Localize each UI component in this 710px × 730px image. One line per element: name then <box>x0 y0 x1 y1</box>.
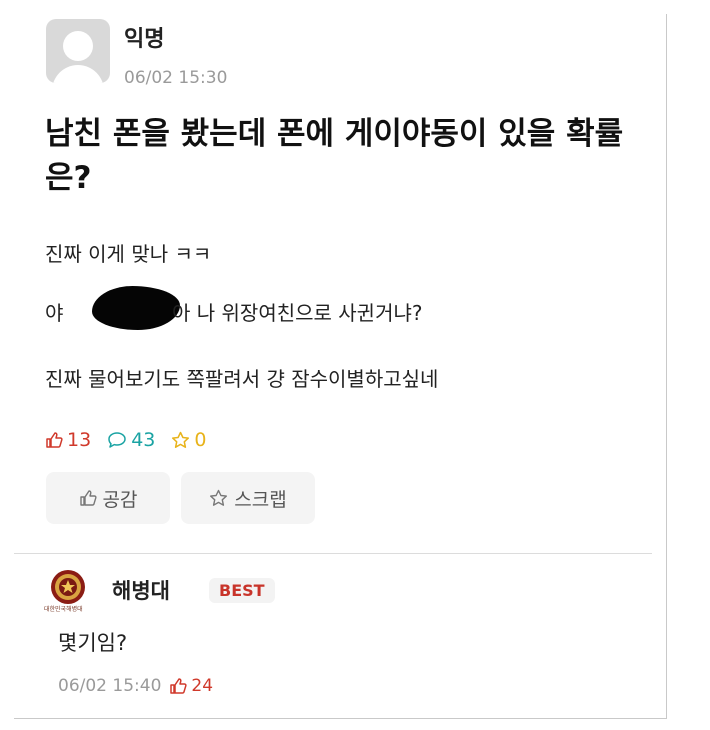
post-stats: 13 43 0 <box>45 429 206 451</box>
post-title: 남친 폰을 봤는데 폰에 게이야동이 있을 확률은? <box>45 116 624 196</box>
post-author: 익명 <box>124 27 165 52</box>
vote-button[interactable]: 공감 <box>46 472 170 524</box>
comment-divider <box>14 553 652 554</box>
speech-bubble-icon <box>108 432 126 448</box>
emblem-caption: 대한민국해병대 <box>44 606 83 613</box>
star-icon <box>172 431 190 448</box>
like-count: 13 <box>45 429 91 451</box>
comment-text: 몇기임? <box>58 631 128 655</box>
scrap-button-label: 스크랩 <box>234 488 287 511</box>
comment-meta: 06/02 15:40 24 <box>58 676 213 696</box>
thumbs-up-icon <box>170 678 188 694</box>
comment-count-value: 43 <box>131 429 156 451</box>
scrap-count-value: 0 <box>194 429 207 451</box>
best-badge: BEST <box>209 578 275 603</box>
scrap-count: 0 <box>171 429 206 451</box>
vote-button-label: 공감 <box>102 488 138 511</box>
avatar-body <box>52 65 104 83</box>
marine-corps-emblem-icon <box>51 570 85 604</box>
post-line-3: 진짜 물어보기도 쪽팔려서 걍 잠수이별하고싶네 <box>45 367 439 391</box>
post-line-2a: 야 <box>45 301 64 325</box>
thumbs-up-icon <box>46 432 63 448</box>
like-count-value: 13 <box>67 429 92 451</box>
comment-count: 43 <box>107 429 155 451</box>
scrap-button[interactable]: 스크랩 <box>181 472 315 524</box>
comment-like[interactable]: 24 <box>169 676 213 696</box>
post-line-2b: 아 나 위장여친으로 사귄거냐? <box>172 301 423 325</box>
comment-time: 06/02 15:40 <box>58 676 162 696</box>
avatar-head <box>63 31 93 61</box>
thumbs-up-icon <box>79 490 97 506</box>
comment-like-count: 24 <box>191 676 214 696</box>
post-time: 06/02 15:30 <box>124 68 228 88</box>
star-icon <box>210 489 228 506</box>
post-line-1: 진짜 이게 맞나 ㅋㅋ <box>45 242 212 266</box>
comment-author: 해병대 <box>112 579 170 603</box>
avatar <box>46 19 110 83</box>
